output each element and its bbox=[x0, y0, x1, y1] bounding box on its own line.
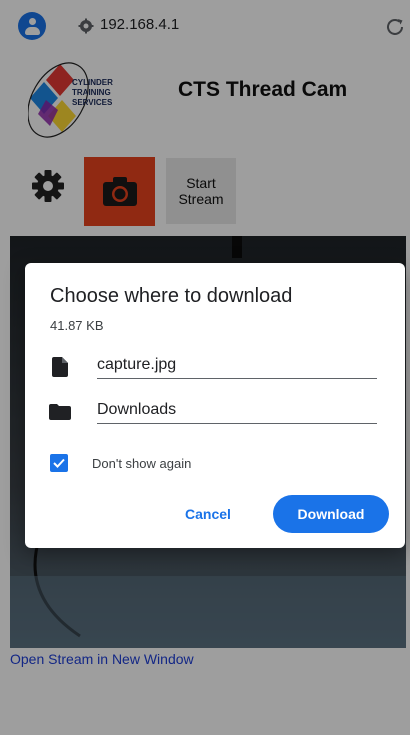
file-size: 41.87 KB bbox=[50, 318, 104, 333]
dont-show-again-checkbox[interactable] bbox=[50, 454, 68, 472]
download-button[interactable]: Download bbox=[273, 495, 389, 533]
cancel-button[interactable]: Cancel bbox=[185, 506, 231, 522]
location-field[interactable]: Downloads bbox=[97, 399, 377, 424]
dont-show-again-label: Don't show again bbox=[92, 456, 192, 471]
download-dialog: Choose where to download 41.87 KB captur… bbox=[25, 263, 405, 548]
filename-field[interactable]: capture.jpg bbox=[97, 354, 377, 379]
file-icon bbox=[52, 357, 68, 377]
location-value: Downloads bbox=[97, 401, 177, 418]
folder-icon bbox=[49, 404, 71, 420]
checkmark-icon bbox=[53, 458, 65, 468]
dialog-title: Choose where to download bbox=[50, 285, 293, 307]
filename-value: capture.jpg bbox=[97, 356, 177, 373]
